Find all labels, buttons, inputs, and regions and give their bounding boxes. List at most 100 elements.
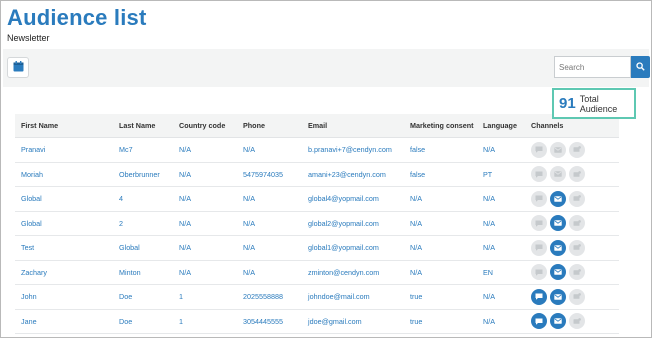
country-code-cell[interactable]: 1	[179, 310, 183, 334]
country-code-cell[interactable]: N/A	[179, 138, 191, 162]
phone-cell[interactable]: N/A	[243, 212, 255, 236]
table-row[interactable]: Global 4 N/A N/A global4@yopmail.com N/A N/A	[15, 187, 619, 212]
email-icon[interactable]	[550, 141, 566, 158]
language-cell[interactable]: PT	[483, 163, 492, 187]
sms-icon[interactable]	[569, 166, 585, 183]
chat-icon[interactable]	[531, 190, 547, 207]
sms-icon[interactable]	[569, 288, 585, 305]
first-name-cell[interactable]: Test	[21, 236, 34, 260]
chat-icon[interactable]	[531, 215, 547, 232]
table-row[interactable]: Zachary Minton N/A N/A zminton@cendyn.com N/A…	[15, 261, 619, 285]
language-cell[interactable]: N/A	[483, 212, 495, 236]
email-cell[interactable]: global2@yopmail.com	[308, 212, 379, 236]
email-icon[interactable]	[550, 288, 566, 305]
chat-icon[interactable]	[531, 288, 547, 305]
first-name-cell[interactable]: Pranavi	[21, 138, 45, 162]
column-header-last-name[interactable]: Last Name	[119, 114, 155, 137]
phone-cell[interactable]: 5475974035	[243, 163, 283, 187]
last-name-cell[interactable]: Minton	[119, 261, 141, 285]
country-code-cell[interactable]: N/A	[179, 236, 191, 260]
language-cell[interactable]: N/A	[483, 236, 495, 260]
column-header-language[interactable]: Language	[483, 114, 517, 137]
chat-icon[interactable]	[531, 166, 547, 183]
email-cell[interactable]: johndoe@mail.com	[308, 285, 370, 309]
last-name-cell[interactable]: Doe	[119, 310, 132, 334]
phone-cell[interactable]: N/A	[243, 187, 255, 211]
calendar-button[interactable]	[7, 57, 29, 78]
last-name-cell[interactable]: Doe	[119, 285, 132, 309]
email-cell[interactable]: jdoe@gmail.com	[308, 310, 362, 334]
country-code-cell[interactable]: N/A	[179, 163, 191, 187]
marketing-consent-cell[interactable]: true	[410, 285, 422, 309]
table-row[interactable]: Pranavi Mc7 N/A N/A b.pranavi+7@cendyn.com fa…	[15, 138, 619, 163]
sms-icon[interactable]	[569, 141, 585, 158]
email-icon[interactable]	[550, 215, 566, 232]
phone-cell[interactable]: N/A	[243, 261, 255, 285]
channels-cell	[531, 187, 585, 211]
first-name-cell[interactable]: Moriah	[21, 163, 43, 187]
email-cell[interactable]: global1@yopmail.com	[308, 236, 379, 260]
chat-icon[interactable]	[531, 239, 547, 256]
search-button[interactable]	[631, 56, 650, 78]
language-cell[interactable]: N/A	[483, 138, 495, 162]
table-row[interactable]: Global 2 N/A N/A global2@yopmail.com N/A N/A	[15, 212, 619, 236]
country-code-cell[interactable]: 1	[179, 285, 183, 309]
email-icon[interactable]	[550, 239, 566, 256]
marketing-consent-cell[interactable]: N/A	[410, 187, 422, 211]
marketing-consent-cell[interactable]: N/A	[410, 236, 422, 260]
first-name-cell[interactable]: Zachary	[21, 261, 47, 285]
marketing-consent-cell[interactable]: true	[410, 310, 422, 334]
email-cell[interactable]: global4@yopmail.com	[308, 187, 379, 211]
chat-icon[interactable]	[531, 141, 547, 158]
chat-icon[interactable]	[531, 264, 547, 281]
column-header-country-code[interactable]: Country code	[179, 114, 225, 137]
table-row[interactable]: John Doe 1 2025558888 johndoe@mail.com true N/…	[15, 285, 619, 310]
sms-icon[interactable]	[569, 215, 585, 232]
email-icon[interactable]	[550, 166, 566, 183]
email-cell[interactable]: b.pranavi+7@cendyn.com	[308, 138, 392, 162]
email-cell[interactable]: amani+23@cendyn.com	[308, 163, 386, 187]
table-row[interactable]: Jane Doe 1 3054445555 jdoe@gmail.com true N/A	[15, 310, 619, 334]
phone-cell[interactable]: 3054445555	[243, 310, 283, 334]
last-name-cell[interactable]: Oberbrunner	[119, 163, 160, 187]
email-icon[interactable]	[550, 264, 566, 281]
search-icon	[636, 58, 645, 76]
search-input[interactable]	[554, 56, 631, 78]
last-name-cell[interactable]: 2	[119, 212, 123, 236]
country-code-cell[interactable]: N/A	[179, 261, 191, 285]
first-name-cell[interactable]: John	[21, 285, 37, 309]
last-name-cell[interactable]: 4	[119, 187, 123, 211]
phone-cell[interactable]: N/A	[243, 138, 255, 162]
column-header-email[interactable]: Email	[308, 114, 327, 137]
email-cell[interactable]: zminton@cendyn.com	[308, 261, 379, 285]
last-name-cell[interactable]: Mc7	[119, 138, 133, 162]
phone-cell[interactable]: N/A	[243, 236, 255, 260]
first-name-cell[interactable]: Jane	[21, 310, 37, 334]
column-header-marketing-consent[interactable]: Marketing consent	[410, 114, 474, 137]
country-code-cell[interactable]: N/A	[179, 212, 191, 236]
chat-icon[interactable]	[531, 313, 547, 330]
email-icon[interactable]	[550, 313, 566, 330]
sms-icon[interactable]	[569, 313, 585, 330]
phone-cell[interactable]: 2025558888	[243, 285, 283, 309]
first-name-cell[interactable]: Global	[21, 187, 42, 211]
language-cell[interactable]: N/A	[483, 285, 495, 309]
column-header-first-name[interactable]: First Name	[21, 114, 58, 137]
language-cell[interactable]: EN	[483, 261, 493, 285]
sms-icon[interactable]	[569, 264, 585, 281]
marketing-consent-cell[interactable]: N/A	[410, 212, 422, 236]
country-code-cell[interactable]: N/A	[179, 187, 191, 211]
language-cell[interactable]: N/A	[483, 310, 495, 334]
marketing-consent-cell[interactable]: false	[410, 138, 425, 162]
marketing-consent-cell[interactable]: false	[410, 163, 425, 187]
language-cell[interactable]: N/A	[483, 187, 495, 211]
table-row[interactable]: Moriah Oberbrunner N/A 5475974035 amani+23@c…	[15, 163, 619, 187]
last-name-cell[interactable]: Global	[119, 236, 140, 260]
marketing-consent-cell[interactable]: N/A	[410, 261, 422, 285]
email-icon[interactable]	[550, 190, 566, 207]
sms-icon[interactable]	[569, 239, 585, 256]
first-name-cell[interactable]: Global	[21, 212, 42, 236]
sms-icon[interactable]	[569, 190, 585, 207]
table-row[interactable]: Test Global N/A N/A global1@yopmail.com N/A N/…	[15, 236, 619, 261]
column-header-phone[interactable]: Phone	[243, 114, 265, 137]
